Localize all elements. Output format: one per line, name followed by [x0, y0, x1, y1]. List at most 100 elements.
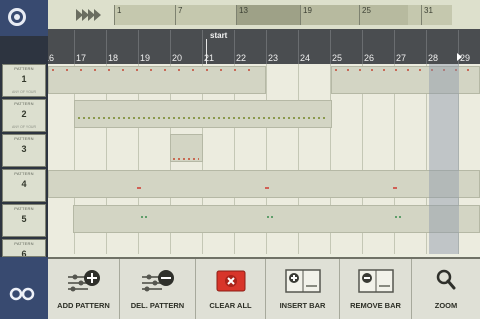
pattern-tag: PATTERN [14, 171, 34, 176]
pattern-block[interactable] [73, 205, 480, 233]
ruler-bar-label: 22 [236, 53, 247, 63]
note-mark [393, 187, 397, 189]
target-button[interactable] [0, 0, 48, 36]
overview-label: 25 [362, 6, 371, 15]
pattern-number: 1 [21, 74, 27, 84]
song-overview[interactable]: 1 7 13 19 25 31 [48, 0, 480, 30]
target-icon [8, 8, 26, 26]
track-row-5[interactable] [48, 203, 480, 237]
loop-icon [9, 287, 35, 301]
playhead-arrows-icon [76, 9, 101, 21]
clear-all-button[interactable]: CLEAR ALL [196, 259, 266, 319]
ruler-bar-label: 21 [204, 53, 215, 63]
overview-tick [114, 5, 115, 25]
zoom-button[interactable]: ZOOM [412, 259, 480, 319]
zoom-label: ZOOM [434, 301, 458, 310]
ruler-bar-label: 24 [300, 53, 311, 63]
ruler-tick [394, 30, 395, 64]
pattern-number: 2 [21, 109, 27, 119]
track-row-2[interactable] [48, 98, 480, 132]
ruler-tick [106, 30, 107, 64]
ruler-bar-label: 18 [108, 53, 119, 63]
pattern-tag: PATTERN [14, 206, 34, 211]
ruler-bar-label: 28 [428, 53, 439, 63]
pattern-4-tile[interactable]: PATTERN 4 [2, 169, 46, 202]
pattern-number: 4 [21, 179, 27, 189]
ruler-tick [426, 30, 427, 64]
playhead-column [429, 64, 459, 254]
overview-label: 31 [424, 6, 433, 15]
loop-button[interactable] [0, 257, 48, 319]
clear-all-icon [216, 270, 245, 292]
remove-bar-button[interactable]: REMOVE BAR [340, 259, 412, 319]
add-pattern-button[interactable]: ADD PATTERN [48, 259, 120, 319]
scroll-right-icon[interactable] [457, 53, 462, 61]
add-pattern-label: ADD PATTERN [57, 301, 110, 310]
timeline-ruler[interactable]: start 1617181920212223242526272829 [48, 29, 480, 64]
pattern-2-tile[interactable]: PATTERN 2 ANY OF YOUR [2, 99, 46, 132]
pattern-5-tile[interactable]: PATTERN 5 [2, 204, 46, 237]
start-marker-label: start [210, 31, 228, 40]
pattern-number: 6 [21, 249, 27, 257]
ruler-tick [202, 30, 203, 64]
bottom-toolbar: ADD PATTERN DEL. PATTERN CLEAR ALL INSER… [48, 257, 480, 319]
overview-tick [236, 5, 237, 25]
pattern-6-tile[interactable]: PATTERN 6 [2, 239, 46, 257]
insert-bar-label: INSERT BAR [279, 301, 326, 310]
pattern-block[interactable] [74, 100, 332, 128]
overview-label: 7 [178, 6, 183, 15]
ruler-tick [234, 30, 235, 64]
ruler-bar-label: 16 [48, 53, 55, 63]
overview-tick [421, 5, 422, 25]
ruler-tick [170, 30, 171, 64]
ruler-tick [74, 30, 75, 64]
pattern-sub: ANY OF YOUR [12, 90, 36, 94]
track-row-1[interactable] [48, 64, 480, 98]
pattern-tag: PATTERN [14, 241, 34, 246]
delete-pattern-icon [141, 270, 174, 292]
add-pattern-icon [67, 270, 100, 292]
ruler-bar-label: 17 [76, 53, 87, 63]
insert-bar-icon [284, 269, 321, 293]
note-mark [137, 187, 141, 189]
note-marks [78, 117, 328, 119]
overview-tick [359, 5, 360, 25]
insert-bar-button[interactable]: INSERT BAR [266, 259, 340, 319]
arrangement-grid[interactable] [48, 64, 480, 254]
note-mark [395, 216, 401, 218]
overview-label: 19 [303, 6, 312, 15]
pattern-tag: PATTERN [14, 136, 34, 141]
track-row-6[interactable] [48, 238, 480, 254]
pattern-tag: PATTERN [14, 101, 34, 106]
clear-all-label: CLEAR ALL [209, 301, 252, 310]
pattern-sub: ANY OF YOUR [12, 125, 36, 129]
pattern-block[interactable] [48, 170, 480, 198]
overview-segment [300, 5, 408, 25]
ruler-bar-label: 25 [332, 53, 343, 63]
remove-bar-icon [357, 269, 394, 293]
ruler-tick [330, 30, 331, 64]
note-mark [265, 187, 269, 189]
pattern-1-tile[interactable]: PATTERN 1 ANY OF YOUR [2, 64, 46, 97]
delete-pattern-button[interactable]: DEL. PATTERN [120, 259, 196, 319]
ruler-bar-label: 20 [172, 53, 183, 63]
note-mark [267, 216, 273, 218]
delete-pattern-label: DEL. PATTERN [130, 301, 185, 310]
overview-tick [300, 5, 301, 25]
note-mark [141, 216, 147, 218]
remove-bar-label: REMOVE BAR [350, 301, 401, 310]
ruler-bar-label: 23 [268, 53, 279, 63]
pattern-number: 5 [21, 214, 27, 224]
pattern-tag: PATTERN [14, 66, 34, 71]
overview-label: 13 [239, 6, 248, 15]
track-row-4[interactable] [48, 168, 480, 202]
pattern-3-tile[interactable]: PATTERN 3 [2, 134, 46, 167]
track-row-3[interactable] [48, 132, 480, 166]
ruler-tick [362, 30, 363, 64]
ruler-bar-label: 27 [396, 53, 407, 63]
magnifier-icon [436, 269, 456, 290]
note-marks [52, 69, 262, 71]
ruler-bar-label: 26 [364, 53, 375, 63]
overview-label: 1 [117, 6, 122, 15]
ruler-tick [138, 30, 139, 64]
